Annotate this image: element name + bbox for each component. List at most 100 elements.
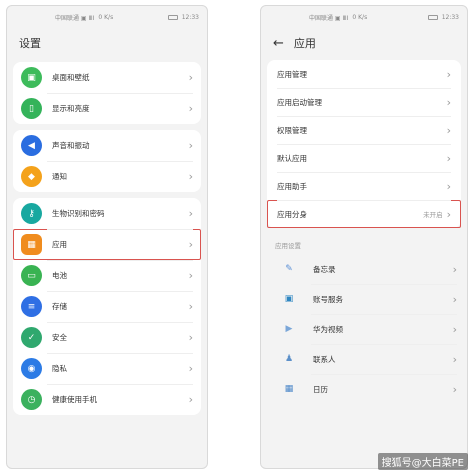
- chevron-right-icon: ›: [446, 95, 451, 109]
- settings-item-storage[interactable]: ≡ 存储 ›: [13, 291, 201, 322]
- clock: 12:33: [441, 13, 459, 21]
- chevron-right-icon: ›: [188, 238, 193, 251]
- menu-item-label: 应用助手: [277, 181, 307, 191]
- calendar-icon: ▦: [284, 384, 294, 394]
- display-icon: ▯: [21, 98, 42, 119]
- settings-screen: 中国联通 ▣ ⅢⅠ 0 K/s 12:33 设置 ▣ 桌面和壁纸 › ▯ 显示和…: [6, 5, 208, 469]
- app-item-label: 联系人: [313, 354, 336, 364]
- menu-item-app-assistant[interactable]: 应用助手 ›: [267, 172, 461, 200]
- menu-item-label: 权限管理: [277, 125, 307, 135]
- menu-item-default-apps[interactable]: 默认应用 ›: [267, 144, 461, 172]
- key-icon: ⚷: [21, 203, 42, 224]
- status-bar: 中国联通 ▣ ⅢⅠ 0 K/s 12:33: [261, 6, 467, 28]
- battery-icon: ▭: [21, 265, 42, 286]
- chevron-right-icon: ›: [188, 207, 193, 220]
- chevron-right-icon: ›: [188, 102, 193, 115]
- app-item-label: 华为视频: [313, 324, 343, 334]
- chevron-right-icon: ›: [188, 362, 193, 375]
- settings-group-1: ▣ 桌面和壁纸 › ▯ 显示和亮度 ›: [13, 62, 201, 124]
- app-item-contacts[interactable]: ♟ 联系人 ›: [261, 344, 467, 374]
- app-item-memo[interactable]: ✎ 备忘录 ›: [261, 254, 467, 284]
- sound-icon: ◀: [21, 135, 42, 156]
- settings-item-label: 安全: [52, 333, 67, 342]
- settings-item-label: 显示和亮度: [52, 104, 90, 113]
- carrier-text: 中国联通 ▣ ⅢⅠ: [309, 14, 349, 22]
- settings-item-battery[interactable]: ▭ 电池 ›: [13, 260, 201, 291]
- settings-item-label: 应用: [52, 240, 67, 249]
- net-speed: 0 K/s: [98, 13, 114, 21]
- contacts-icon: ♟: [284, 354, 294, 364]
- health-icon: ◷: [21, 389, 42, 410]
- apps-icon: ▦: [21, 234, 42, 255]
- section-header: 应用设置: [275, 242, 301, 250]
- menu-item-app-twin[interactable]: 应用分身 未开启 ›: [267, 200, 461, 228]
- settings-item-label: 桌面和壁纸: [52, 73, 90, 82]
- watermark: 搜狐号@大白菜PE: [377, 453, 468, 470]
- status-value: 未开启: [423, 211, 443, 219]
- menu-item-permissions[interactable]: 权限管理 ›: [267, 116, 461, 144]
- chevron-right-icon: ›: [446, 67, 451, 81]
- menu-item-startup-management[interactable]: 应用启动管理 ›: [267, 88, 461, 116]
- settings-item-wallpaper[interactable]: ▣ 桌面和壁纸 ›: [13, 62, 201, 93]
- app-item-account[interactable]: ▣ 账号服务 ›: [261, 284, 467, 314]
- app-item-label: 日历: [313, 384, 328, 394]
- settings-item-biometrics[interactable]: ⚷ 生物识别和密码 ›: [13, 198, 201, 229]
- settings-item-security[interactable]: ✓ 安全 ›: [13, 322, 201, 353]
- settings-item-notifications[interactable]: ◆ 通知 ›: [13, 161, 201, 192]
- settings-item-health[interactable]: ◷ 健康使用手机 ›: [13, 384, 201, 415]
- chevron-right-icon: ›: [452, 352, 457, 366]
- page-header: ← 应用: [261, 28, 467, 58]
- battery-status-icon: [427, 14, 438, 20]
- settings-group-3: ⚷ 生物识别和密码 › ▦ 应用 › ▭ 电池 › ≡ 存储 › ✓ 安全 › …: [13, 198, 201, 415]
- app-item-label: 账号服务: [313, 294, 343, 304]
- chevron-right-icon: ›: [452, 322, 457, 336]
- app-item-calendar[interactable]: ▦ 日历 ›: [261, 374, 467, 404]
- chevron-right-icon: ›: [446, 207, 451, 221]
- account-icon: ▣: [284, 294, 294, 304]
- video-icon: ▶: [285, 324, 293, 334]
- memo-icon: ✎: [285, 264, 293, 274]
- settings-item-label: 电池: [52, 271, 67, 280]
- net-speed: 0 K/s: [352, 13, 368, 21]
- bell-icon: ◆: [21, 166, 42, 187]
- menu-item-label: 应用管理: [277, 69, 307, 79]
- back-arrow-icon[interactable]: ←: [273, 36, 284, 51]
- page-title: 设置: [19, 37, 41, 50]
- chevron-right-icon: ›: [188, 269, 193, 282]
- app-settings-list: ✎ 备忘录 › ▣ 账号服务 › ▶ 华为视频 › ♟ 联系人 › ▦ 日历 ›: [261, 254, 467, 404]
- chevron-right-icon: ›: [188, 393, 193, 406]
- settings-group-2: ◀ 声音和振动 › ◆ 通知 ›: [13, 130, 201, 192]
- settings-item-label: 隐私: [52, 364, 67, 373]
- image-icon: ▣: [21, 67, 42, 88]
- settings-item-apps[interactable]: ▦ 应用 ›: [13, 229, 201, 260]
- settings-item-privacy[interactable]: ◉ 隐私 ›: [13, 353, 201, 384]
- carrier-text: 中国联通 ▣ ⅢⅠ: [55, 14, 95, 22]
- status-bar: 中国联通 ▣ ⅢⅠ 0 K/s 12:33: [7, 6, 207, 28]
- shield-icon: ✓: [21, 327, 42, 348]
- chevron-right-icon: ›: [188, 139, 193, 152]
- menu-item-label: 默认应用: [277, 153, 307, 163]
- chevron-right-icon: ›: [188, 170, 193, 183]
- chevron-right-icon: ›: [446, 123, 451, 137]
- app-item-video[interactable]: ▶ 华为视频 ›: [261, 314, 467, 344]
- page-title: 应用: [293, 37, 316, 50]
- settings-item-display[interactable]: ▯ 显示和亮度 ›: [13, 93, 201, 124]
- settings-item-label: 声音和振动: [52, 141, 90, 150]
- apps-screen: 中国联通 ▣ ⅢⅠ 0 K/s 12:33 ← 应用 应用管理 › 应用启动管理…: [260, 5, 468, 469]
- apps-menu: 应用管理 › 应用启动管理 › 权限管理 › 默认应用 › 应用助手 › 应用分…: [267, 60, 461, 228]
- chevron-right-icon: ›: [446, 179, 451, 193]
- chevron-right-icon: ›: [452, 262, 457, 276]
- battery-status-icon: [167, 14, 178, 20]
- menu-item-app-management[interactable]: 应用管理 ›: [267, 60, 461, 88]
- menu-item-label: 应用分身: [277, 209, 307, 219]
- settings-item-label: 通知: [52, 172, 67, 181]
- chevron-right-icon: ›: [446, 151, 451, 165]
- menu-item-label: 应用启动管理: [277, 97, 322, 107]
- settings-item-label: 生物识别和密码: [52, 209, 105, 218]
- chevron-right-icon: ›: [452, 382, 457, 396]
- settings-item-label: 健康使用手机: [52, 395, 97, 404]
- chevron-right-icon: ›: [188, 331, 193, 344]
- chevron-right-icon: ›: [452, 292, 457, 306]
- privacy-icon: ◉: [21, 358, 42, 379]
- settings-item-sound[interactable]: ◀ 声音和振动 ›: [13, 130, 201, 161]
